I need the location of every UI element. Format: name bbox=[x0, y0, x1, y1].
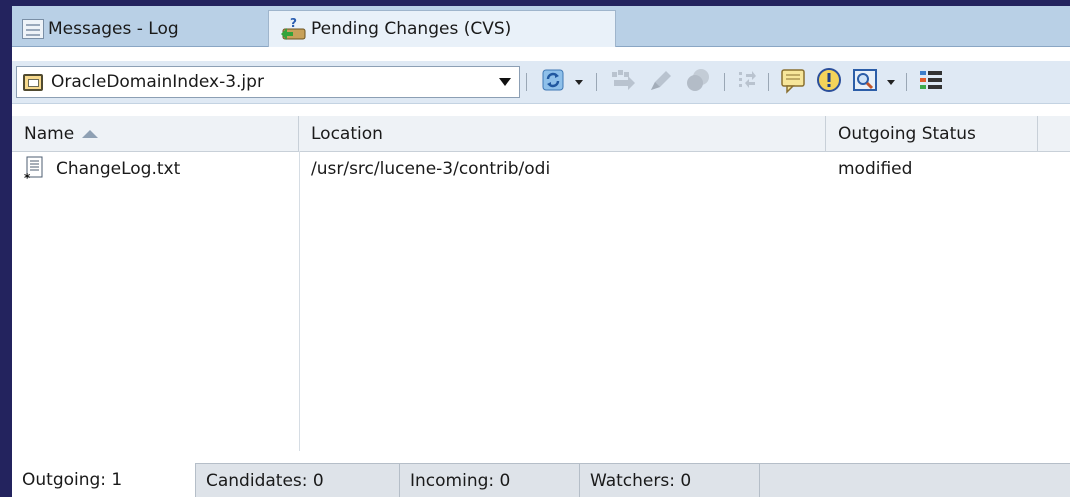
tab-messages-log-label: Messages - Log bbox=[48, 19, 179, 39]
undo-changes-icon bbox=[684, 66, 714, 99]
pending-changes-window: Messages - Log ? Pending Changes (CVS) O… bbox=[12, 6, 1070, 497]
tab-incoming[interactable]: Incoming: 0 bbox=[400, 463, 580, 497]
table-header: Name Location Outgoing Status bbox=[12, 116, 1070, 152]
alert-button[interactable] bbox=[812, 67, 846, 97]
comment-button[interactable] bbox=[776, 67, 810, 97]
undo-changes-button[interactable] bbox=[682, 67, 716, 97]
comment-icon bbox=[778, 66, 808, 99]
cvs-pending-icon: ? bbox=[279, 16, 309, 42]
project-folder-icon bbox=[23, 73, 43, 91]
refresh-icon bbox=[538, 66, 568, 99]
project-select[interactable]: OracleDomainIndex-3.jpr bbox=[16, 66, 520, 98]
add-files-button[interactable] bbox=[606, 67, 640, 97]
svg-text:*: * bbox=[24, 171, 31, 182]
toolbar: OracleDomainIndex-3.jpr bbox=[12, 61, 1070, 104]
dropdown-arrow-icon bbox=[575, 79, 583, 85]
table-row[interactable]: * ChangeLog.txt /usr/src/lucene-3/contri… bbox=[12, 151, 1070, 187]
tab-candidates[interactable]: Candidates: 0 bbox=[195, 463, 400, 497]
toolbar-separator bbox=[526, 73, 527, 91]
messages-log-icon bbox=[22, 19, 44, 39]
toolbar-separator bbox=[724, 73, 725, 91]
sort-ascending-icon bbox=[82, 129, 99, 138]
column-header-location[interactable]: Location bbox=[299, 116, 826, 151]
tab-outgoing[interactable]: Outgoing: 1 bbox=[12, 463, 195, 497]
tab-messages-log[interactable]: Messages - Log bbox=[16, 12, 248, 46]
toolbar-separator bbox=[768, 73, 769, 91]
cell-status: modified bbox=[838, 159, 913, 179]
refresh-dropdown-button[interactable] bbox=[572, 67, 586, 97]
column-header-location-label: Location bbox=[311, 123, 383, 144]
chevron-down-icon bbox=[499, 78, 511, 86]
dropdown-arrow-icon bbox=[887, 79, 895, 85]
tab-pending-changes[interactable]: ? Pending Changes (CVS) bbox=[268, 10, 616, 47]
tab-pending-changes-label: Pending Changes (CVS) bbox=[311, 19, 512, 39]
column-header-outgoing-status[interactable]: Outgoing Status bbox=[826, 116, 1038, 151]
filter-icon bbox=[850, 66, 880, 99]
project-select-value: OracleDomainIndex-3.jpr bbox=[51, 72, 264, 92]
columns-icon bbox=[916, 66, 946, 99]
bottom-tabs: Outgoing: 1 Candidates: 0 Incoming: 0 Wa… bbox=[12, 463, 1070, 497]
columns-button[interactable] bbox=[914, 67, 948, 97]
compare-button[interactable] bbox=[732, 67, 762, 97]
alert-icon bbox=[814, 66, 844, 99]
compare-icon bbox=[734, 66, 760, 99]
filter-dropdown-button[interactable] bbox=[884, 67, 898, 97]
svg-text:?: ? bbox=[290, 16, 297, 30]
commit-icon bbox=[646, 66, 676, 99]
column-header-name[interactable]: Name bbox=[12, 116, 299, 151]
column-header-name-label: Name bbox=[24, 123, 75, 144]
text-file-icon: * bbox=[24, 156, 44, 185]
file-name: ChangeLog.txt bbox=[56, 159, 181, 179]
toolbar-separator bbox=[906, 73, 907, 91]
toolbar-separator bbox=[596, 73, 597, 91]
cell-name: * ChangeLog.txt bbox=[24, 151, 180, 187]
column-header-outgoing-status-label: Outgoing Status bbox=[838, 123, 976, 144]
filter-button[interactable] bbox=[848, 67, 882, 97]
column-divider bbox=[299, 151, 300, 451]
tab-watchers[interactable]: Watchers: 0 bbox=[580, 463, 760, 497]
cell-location: /usr/src/lucene-3/contrib/odi bbox=[311, 159, 551, 179]
commit-button[interactable] bbox=[644, 67, 678, 97]
add-files-icon bbox=[608, 66, 638, 99]
refresh-button[interactable] bbox=[536, 67, 570, 97]
tab-strip: Messages - Log ? Pending Changes (CVS) bbox=[12, 6, 1070, 47]
tab-strip-filler bbox=[760, 463, 1070, 497]
